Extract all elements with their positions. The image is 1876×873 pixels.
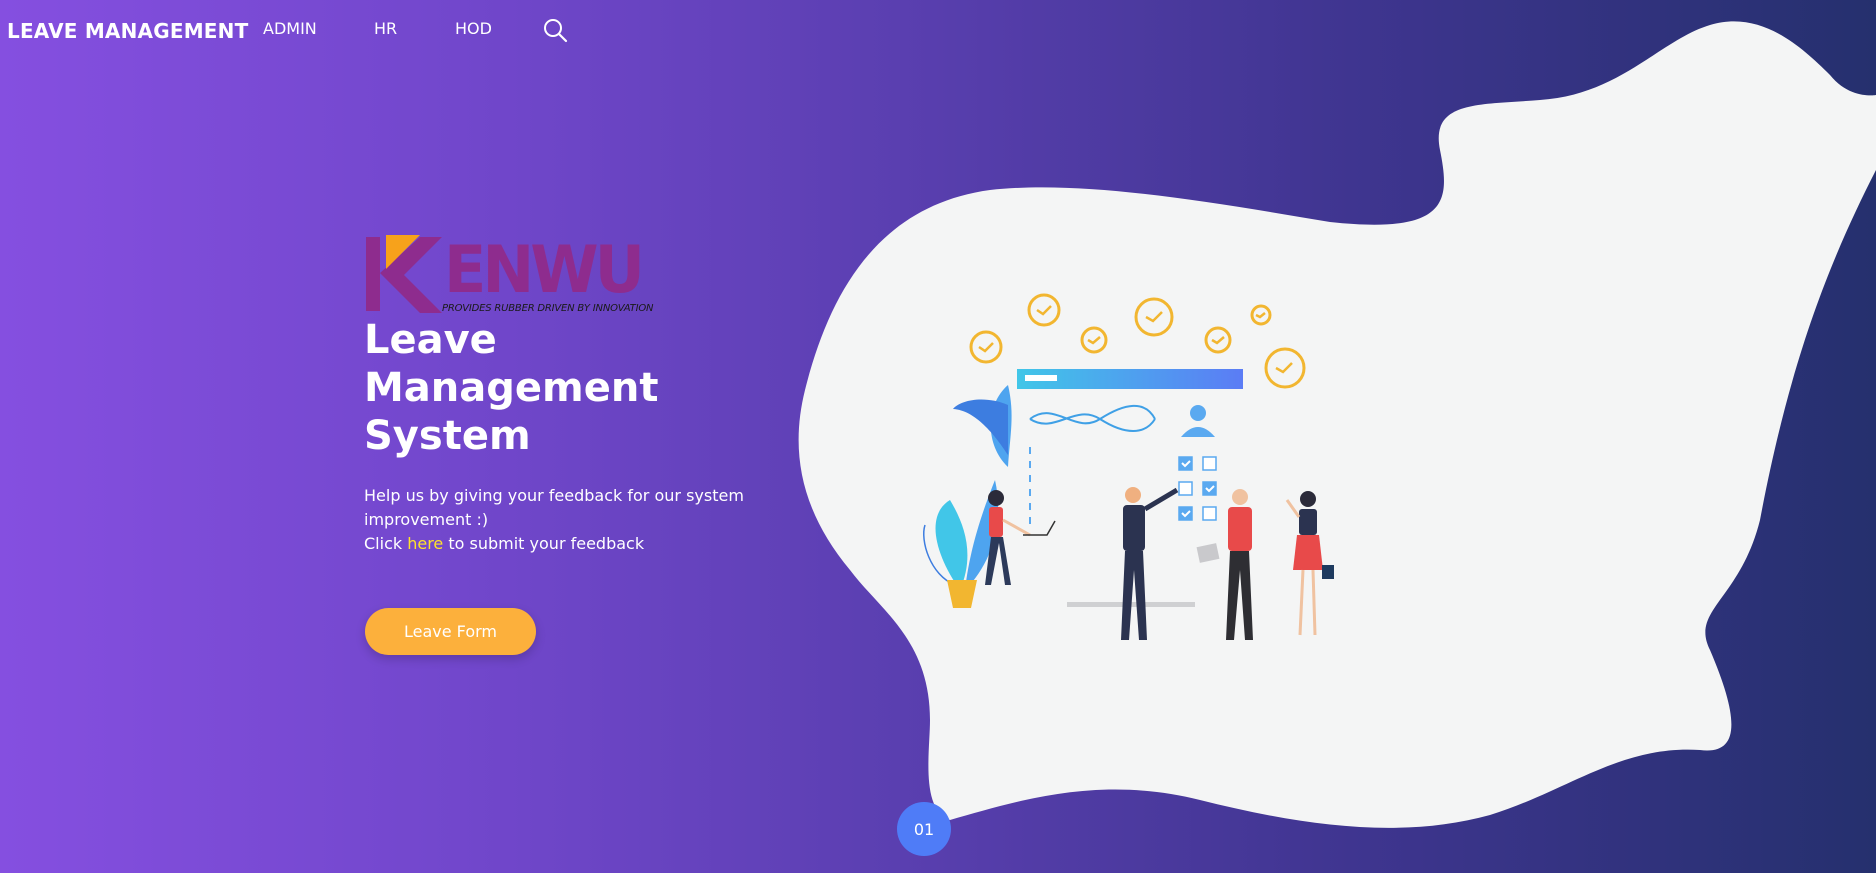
title-line-3: System xyxy=(364,413,531,459)
leave-form-button[interactable]: Leave Form xyxy=(365,608,536,655)
team-illustration xyxy=(923,293,1334,640)
click-suffix: to submit your feedback xyxy=(443,534,645,553)
feedback-text: Help us by giving your feedback for our … xyxy=(364,486,744,529)
nav-link-hod[interactable]: HOD xyxy=(455,19,492,38)
feedback-description: Help us by giving your feedback for our … xyxy=(364,484,764,556)
click-prefix: Click xyxy=(364,534,408,553)
title-line-1: Leave xyxy=(364,317,497,363)
logo-tagline: PROVIDES RUBBER DRIVEN BY INNOVATION xyxy=(442,303,654,314)
company-logo: ENWU PROVIDES RUBBER DRIVEN BY INNOVATIO… xyxy=(364,231,666,317)
title-line-2: Management xyxy=(364,365,659,411)
page-title: Leave Management System xyxy=(364,316,764,460)
feedback-line: Click here to submit your feedback xyxy=(364,532,764,556)
logo-wordmark: ENWU xyxy=(444,231,645,308)
feedback-link[interactable]: here xyxy=(407,534,443,553)
nav-link-admin[interactable]: ADMIN xyxy=(263,19,317,38)
slide-indicator[interactable]: 01 xyxy=(897,802,951,856)
logo-k-mark xyxy=(366,235,442,313)
nav-link-hr[interactable]: HR xyxy=(374,19,397,38)
brand-title[interactable]: LEAVE MANAGEMENT xyxy=(7,19,248,43)
search-icon[interactable] xyxy=(542,17,568,43)
